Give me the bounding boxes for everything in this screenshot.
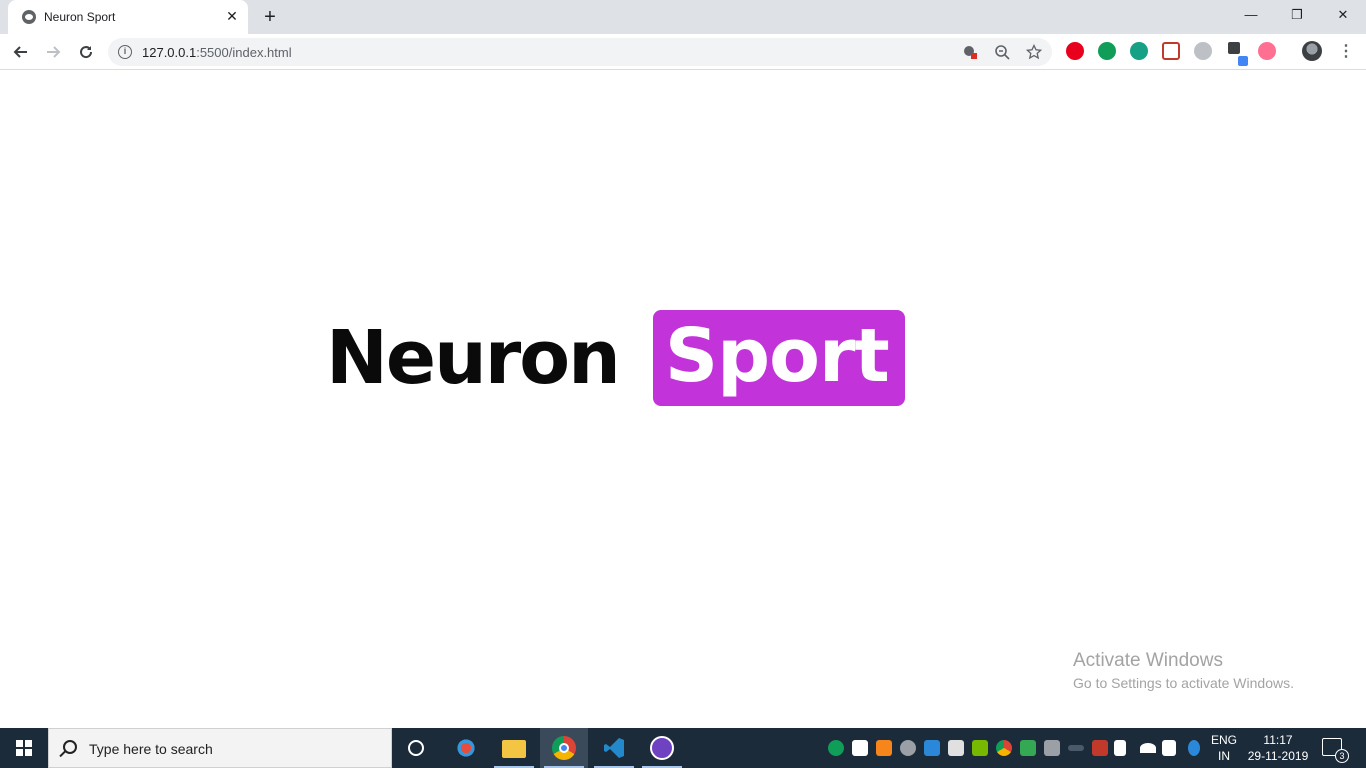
more-options-icon[interactable]: ⋮ bbox=[1338, 40, 1354, 64]
profile-avatar[interactable] bbox=[1302, 41, 1322, 61]
tab-close-icon[interactable]: ✕ bbox=[224, 8, 240, 24]
activate-windows-watermark: Activate Windows Go to Settings to activ… bbox=[1073, 650, 1294, 691]
bookmark-star-icon[interactable] bbox=[1025, 43, 1043, 60]
new-tab-button[interactable]: + bbox=[258, 5, 282, 29]
url-text[interactable]: 127.0.0.1:5500/index.html bbox=[142, 45, 292, 60]
chat-extension-icon[interactable] bbox=[1098, 42, 1116, 60]
back-button[interactable] bbox=[9, 40, 33, 64]
taskbar-app-chrome[interactable] bbox=[540, 728, 588, 768]
cart-extension-icon[interactable] bbox=[1130, 42, 1148, 60]
sync-tray-icon[interactable] bbox=[900, 740, 916, 756]
logo-word-neuron: Neuron bbox=[326, 315, 621, 401]
windows-taskbar: Type here to search ENG IN 11:17 29-11-2… bbox=[0, 728, 1366, 768]
browser-tabstrip: Neuron Sport ✕ + — ❐ ✕ bbox=[0, 0, 1366, 34]
cat-extension-icon[interactable] bbox=[1258, 42, 1276, 60]
restore-button[interactable]: ❐ bbox=[1274, 0, 1320, 30]
bluetooth-icon[interactable] bbox=[1188, 740, 1200, 756]
shield-tray-icon[interactable] bbox=[852, 740, 868, 756]
window-close-button[interactable]: ✕ bbox=[1320, 0, 1366, 30]
browser-tab[interactable]: Neuron Sport ✕ bbox=[8, 0, 248, 34]
paint-icon bbox=[454, 736, 478, 760]
minimize-button[interactable]: — bbox=[1228, 0, 1274, 30]
cortana-button[interactable] bbox=[392, 728, 440, 768]
eyedropper-extension-icon[interactable] bbox=[1228, 42, 1240, 54]
vscode-icon bbox=[604, 738, 624, 758]
wifi-icon[interactable] bbox=[1140, 743, 1156, 753]
edit-tray-icon[interactable] bbox=[924, 740, 940, 756]
page-content: Neuron Sport Activate Windows Go to Sett… bbox=[0, 71, 1366, 728]
start-button[interactable] bbox=[0, 728, 48, 768]
nvidia-tray-icon[interactable] bbox=[972, 740, 988, 756]
watermark-subtitle: Go to Settings to activate Windows. bbox=[1073, 675, 1294, 691]
language-code: ENG bbox=[1210, 733, 1237, 747]
taskbar-search[interactable]: Type here to search bbox=[48, 728, 392, 768]
region-code: IN bbox=[1218, 749, 1230, 763]
windows-logo-icon bbox=[16, 740, 32, 756]
battery-tray-icon[interactable] bbox=[1068, 745, 1084, 751]
zoom-icon[interactable] bbox=[994, 44, 1010, 60]
mcafee-tray-icon[interactable] bbox=[1044, 740, 1060, 756]
adblock-extension-icon[interactable] bbox=[1066, 42, 1084, 60]
search-placeholder: Type here to search bbox=[89, 741, 213, 757]
taskbar-app-file-explorer[interactable] bbox=[490, 728, 538, 768]
red-tray-icon[interactable] bbox=[1092, 740, 1108, 756]
reload-button[interactable] bbox=[74, 40, 98, 64]
arrow-left-icon bbox=[13, 46, 27, 58]
blocked-content-icon[interactable] bbox=[962, 44, 978, 60]
taskbar-app-github[interactable] bbox=[638, 728, 686, 768]
window-tray-icon[interactable] bbox=[948, 740, 964, 756]
clock-time: 11:17 bbox=[1263, 733, 1293, 747]
volume-icon[interactable] bbox=[1114, 740, 1126, 756]
search-icon bbox=[63, 740, 77, 754]
tab-title: Neuron Sport bbox=[44, 10, 116, 24]
clock-date: 29-11-2019 bbox=[1247, 749, 1309, 763]
pocket-extension-icon[interactable] bbox=[1162, 42, 1180, 60]
reload-icon bbox=[80, 46, 93, 59]
language-indicator[interactable]: ENG IN bbox=[1208, 733, 1240, 763]
taskbar-app-vscode[interactable] bbox=[590, 728, 638, 768]
globe-icon bbox=[22, 10, 36, 24]
compass-extension-icon[interactable] bbox=[1194, 42, 1212, 60]
cortana-icon bbox=[408, 740, 424, 756]
check-tray-icon[interactable] bbox=[1020, 740, 1036, 756]
action-center-button[interactable]: 3 bbox=[1322, 738, 1349, 763]
site-info-icon[interactable]: i bbox=[118, 45, 132, 59]
url-path: :5500/index.html bbox=[196, 45, 292, 60]
address-bar[interactable]: i 127.0.0.1:5500/index.html bbox=[108, 38, 1052, 66]
network-icon[interactable] bbox=[1162, 740, 1176, 756]
metamask-tray-icon[interactable] bbox=[876, 740, 892, 756]
brand-logo: Neuron Sport bbox=[326, 310, 905, 406]
notification-count-badge: 3 bbox=[1335, 749, 1349, 763]
folder-icon bbox=[502, 740, 526, 758]
arrow-right-icon bbox=[47, 46, 61, 58]
hangouts-tray-icon[interactable] bbox=[828, 740, 844, 756]
taskbar-app-paint[interactable] bbox=[442, 728, 490, 768]
chrome-tray-icon[interactable] bbox=[996, 740, 1012, 756]
extension-badge bbox=[1238, 56, 1248, 66]
forward-button[interactable] bbox=[41, 40, 65, 64]
url-host: 127.0.0.1 bbox=[142, 45, 197, 60]
browser-toolbar: i 127.0.0.1:5500/index.html ⋮ bbox=[0, 34, 1366, 70]
clock[interactable]: 11:17 29-11-2019 bbox=[1244, 733, 1312, 763]
github-desktop-icon bbox=[650, 736, 674, 760]
watermark-title: Activate Windows bbox=[1073, 650, 1223, 671]
logo-word-sport: Sport bbox=[652, 310, 905, 406]
chrome-center-icon bbox=[559, 743, 569, 753]
